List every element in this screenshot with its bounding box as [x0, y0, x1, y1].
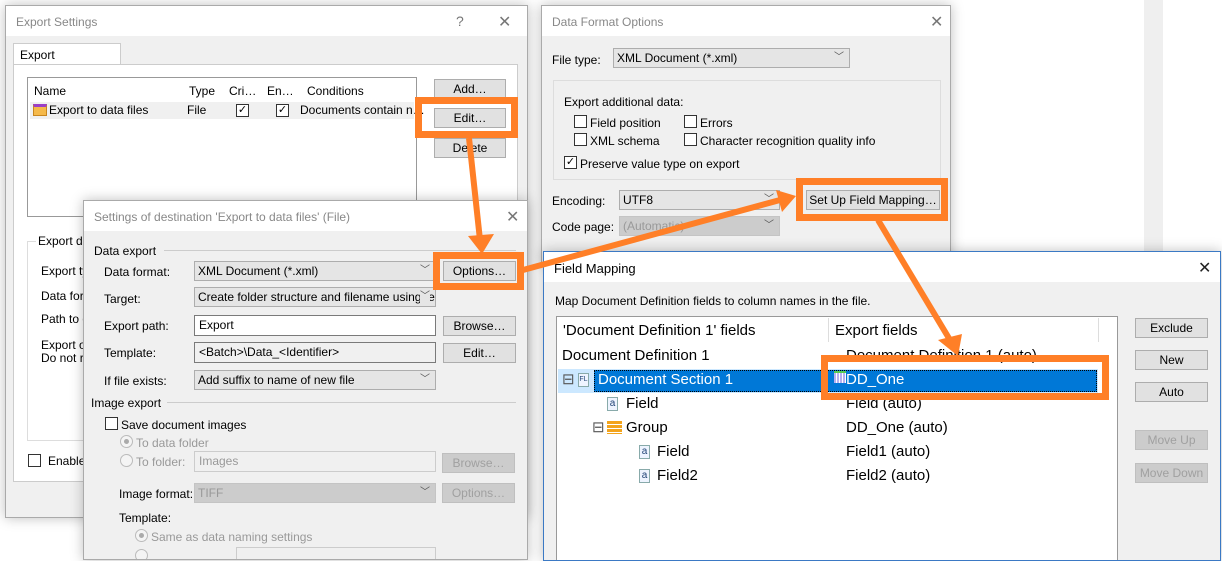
arrow-edit-to-options — [466, 137, 483, 241]
arrowhead — [468, 234, 494, 254]
arrow-options-to-mapping — [522, 197, 781, 273]
arrow-mapping-to-ddone — [875, 218, 953, 342]
arrowhead — [776, 190, 796, 212]
arrowhead — [938, 334, 962, 356]
arrows-overlay — [466, 137, 962, 356]
